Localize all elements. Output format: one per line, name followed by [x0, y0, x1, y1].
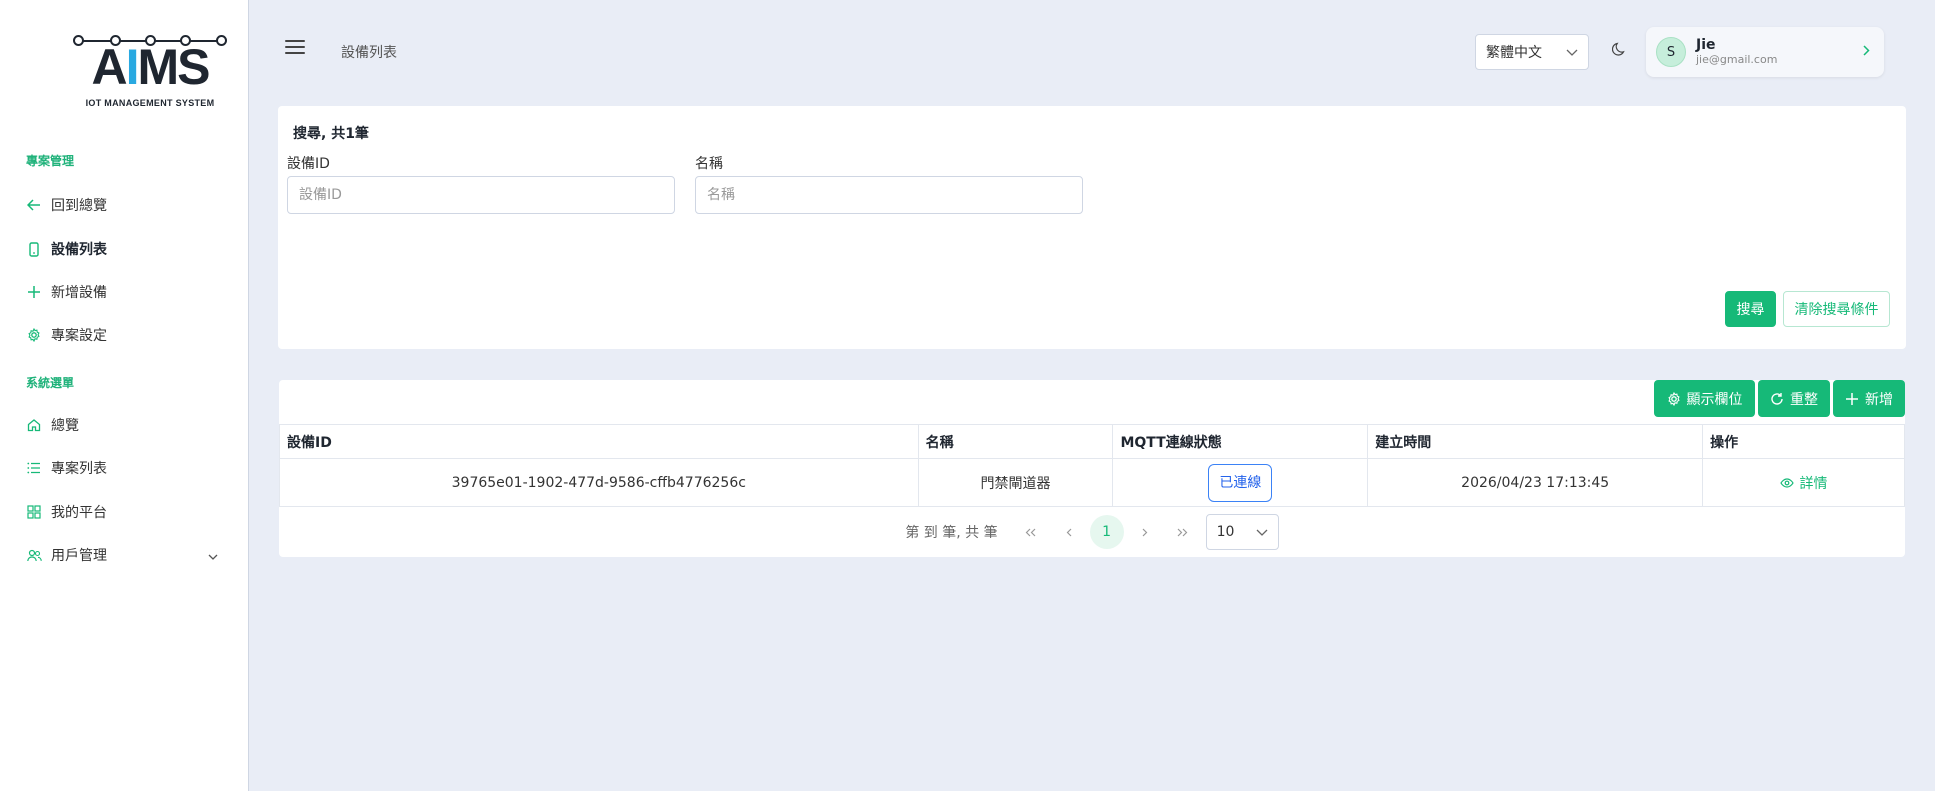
table-row: 39765e01-1902-477d-9586-cffb4776256c 門禁閘… — [279, 458, 1905, 507]
chevron-down-icon — [1256, 524, 1268, 540]
cell-created-time: 2026/04/23 17:13:45 — [1367, 458, 1704, 507]
column-header-name[interactable]: 名稱 — [917, 424, 1114, 459]
gear-icon — [26, 327, 42, 343]
device-icon — [26, 241, 42, 257]
column-header-actions: 操作 — [1702, 424, 1905, 459]
column-settings-label: 顯示欄位 — [1686, 391, 1743, 408]
cell-device-id: 39765e01-1902-477d-9586-cffb4776256c — [279, 458, 919, 507]
aims-logo[interactable]: AIMS IOT MANAGEMENT SYSTEM — [70, 30, 230, 112]
user-email: jie@gmail.com — [1696, 53, 1778, 66]
search-panel: 搜尋, 共1筆 設備ID 名稱 搜尋 清除搜尋條件 — [278, 106, 1906, 349]
nav-section-system: 系統選單 — [26, 376, 75, 390]
sidebar-item-project-list[interactable]: 專案列表 — [26, 456, 107, 480]
list-icon — [26, 460, 42, 476]
device-id-label: 設備ID — [287, 156, 330, 172]
sidebar-item-label: 我的平台 — [51, 505, 107, 521]
page-button-1[interactable]: 1 — [1089, 515, 1124, 549]
user-name: Jie — [1696, 37, 1716, 53]
sidebar-item-my-platform[interactable]: 我的平台 — [26, 500, 107, 524]
sidebar-item-device-list[interactable]: 設備列表 — [26, 237, 107, 261]
sidebar-item-label: 回到總覽 — [51, 198, 107, 214]
sidebar-item-label: 新增設備 — [51, 285, 107, 301]
language-select-value: 繁體中文 — [1486, 45, 1542, 61]
search-button[interactable]: 搜尋 — [1725, 291, 1776, 327]
pagination-summary: 第 到 筆, 共 筆 — [905, 525, 998, 541]
cell-actions: 詳情 — [1702, 458, 1905, 507]
detail-label: 詳情 — [1799, 475, 1828, 492]
name-label: 名稱 — [695, 156, 723, 172]
plus-icon — [26, 284, 42, 300]
users-icon — [26, 547, 42, 563]
column-header-device-id[interactable]: 設備ID — [279, 424, 919, 459]
clear-search-button[interactable]: 清除搜尋條件 — [1783, 291, 1890, 327]
avatar: S — [1656, 37, 1686, 67]
name-input[interactable] — [695, 176, 1083, 214]
next-page-icon[interactable] — [1126, 516, 1164, 548]
cell-mqtt-status: 已連線 — [1112, 458, 1369, 507]
device-table-panel: 顯示欄位 重整 新增 設備ID 名稱 MQTT連線狀態 建立時間 操作 3976… — [279, 380, 1905, 557]
sidebar-item-label: 用戶管理 — [51, 548, 107, 564]
column-header-created-time[interactable]: 建立時間 — [1367, 424, 1704, 459]
sidebar-item-back-overview[interactable]: 回到總覽 — [26, 193, 107, 217]
sidebar-item-add-device[interactable]: 新增設備 — [26, 280, 107, 304]
sidebar-item-label: 設備列表 — [51, 242, 107, 258]
add-label: 新增 — [1865, 391, 1893, 408]
search-title: 搜尋, 共1筆 — [293, 126, 369, 142]
refresh-icon — [1771, 392, 1783, 405]
chevron-right-icon — [1863, 44, 1870, 60]
sidebar-item-overview[interactable]: 總覽 — [26, 413, 79, 437]
sidebar-item-label: 專案列表 — [51, 461, 107, 477]
sidebar-item-label: 總覽 — [51, 418, 79, 434]
sidebar: AIMS IOT MANAGEMENT SYSTEM 專案管理 回到總覽 設備列… — [0, 0, 249, 791]
moon-icon[interactable] — [1611, 41, 1630, 59]
page-size-value: 10 — [1216, 524, 1235, 540]
arrow-left-icon — [26, 197, 42, 213]
page-size-select[interactable]: 10 — [1205, 514, 1279, 550]
refresh-label: 重整 — [1790, 391, 1818, 408]
detail-link[interactable]: 詳情 — [1779, 473, 1828, 493]
user-info: Jie jie@gmail.com — [1696, 37, 1863, 67]
logo-wordmark: AIMS — [91, 39, 210, 95]
chevron-down-icon — [208, 548, 218, 564]
sidebar-item-label: 專案設定 — [51, 328, 107, 344]
nav-section-project: 專案管理 — [26, 154, 75, 168]
sidebar-item-project-settings[interactable]: 專案設定 — [26, 323, 107, 347]
cell-name: 門禁閘道器 — [917, 458, 1114, 507]
grid-icon — [26, 504, 42, 520]
status-badge[interactable]: 已連線 — [1208, 463, 1273, 502]
prev-page-icon[interactable] — [1050, 516, 1088, 548]
chevron-down-icon — [1566, 44, 1578, 60]
language-select[interactable]: 繁體中文 — [1475, 34, 1589, 70]
hamburger-menu-icon[interactable] — [285, 40, 305, 56]
refresh-button[interactable]: 重整 — [1758, 380, 1830, 417]
breadcrumb: 設備列表 — [341, 45, 397, 61]
last-page-icon[interactable] — [1164, 516, 1202, 548]
device-table: 設備ID 名稱 MQTT連線狀態 建立時間 操作 39765e01-1902-4… — [279, 424, 1905, 507]
eye-icon — [1779, 477, 1794, 488]
plus-icon — [1846, 392, 1858, 405]
add-button[interactable]: 新增 — [1833, 380, 1905, 417]
home-icon — [26, 417, 42, 433]
table-header-row: 設備ID 名稱 MQTT連線狀態 建立時間 操作 — [279, 424, 1905, 459]
first-page-icon[interactable] — [1012, 516, 1050, 548]
gear-icon — [1667, 391, 1680, 406]
column-header-mqtt-status[interactable]: MQTT連線狀態 — [1112, 424, 1369, 459]
user-menu[interactable]: S Jie jie@gmail.com — [1646, 27, 1884, 77]
sidebar-item-user-management[interactable]: 用戶管理 — [26, 543, 226, 567]
column-settings-button[interactable]: 顯示欄位 — [1654, 380, 1755, 417]
logo-subtitle: IOT MANAGEMENT SYSTEM — [85, 98, 215, 108]
device-id-input[interactable] — [287, 176, 675, 214]
pagination: 第 到 筆, 共 筆 1 10 — [279, 510, 1905, 554]
